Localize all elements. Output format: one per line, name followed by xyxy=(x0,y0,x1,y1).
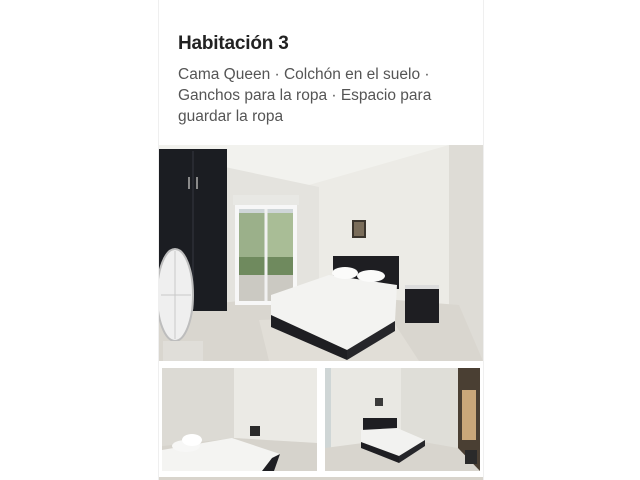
page: Habitación 3 Cama Queen · Colchón en el … xyxy=(0,0,640,480)
room-card: Habitación 3 Cama Queen · Colchón en el … xyxy=(158,0,484,480)
room-photo-thumb-2[interactable] xyxy=(325,368,480,471)
room-amenities: Cama Queen · Colchón en el suelo · Ganch… xyxy=(178,66,432,125)
room-title: Habitación 3 xyxy=(178,33,289,54)
room-photo-thumb-1[interactable] xyxy=(162,368,317,471)
room-photo-main[interactable] xyxy=(159,145,483,361)
